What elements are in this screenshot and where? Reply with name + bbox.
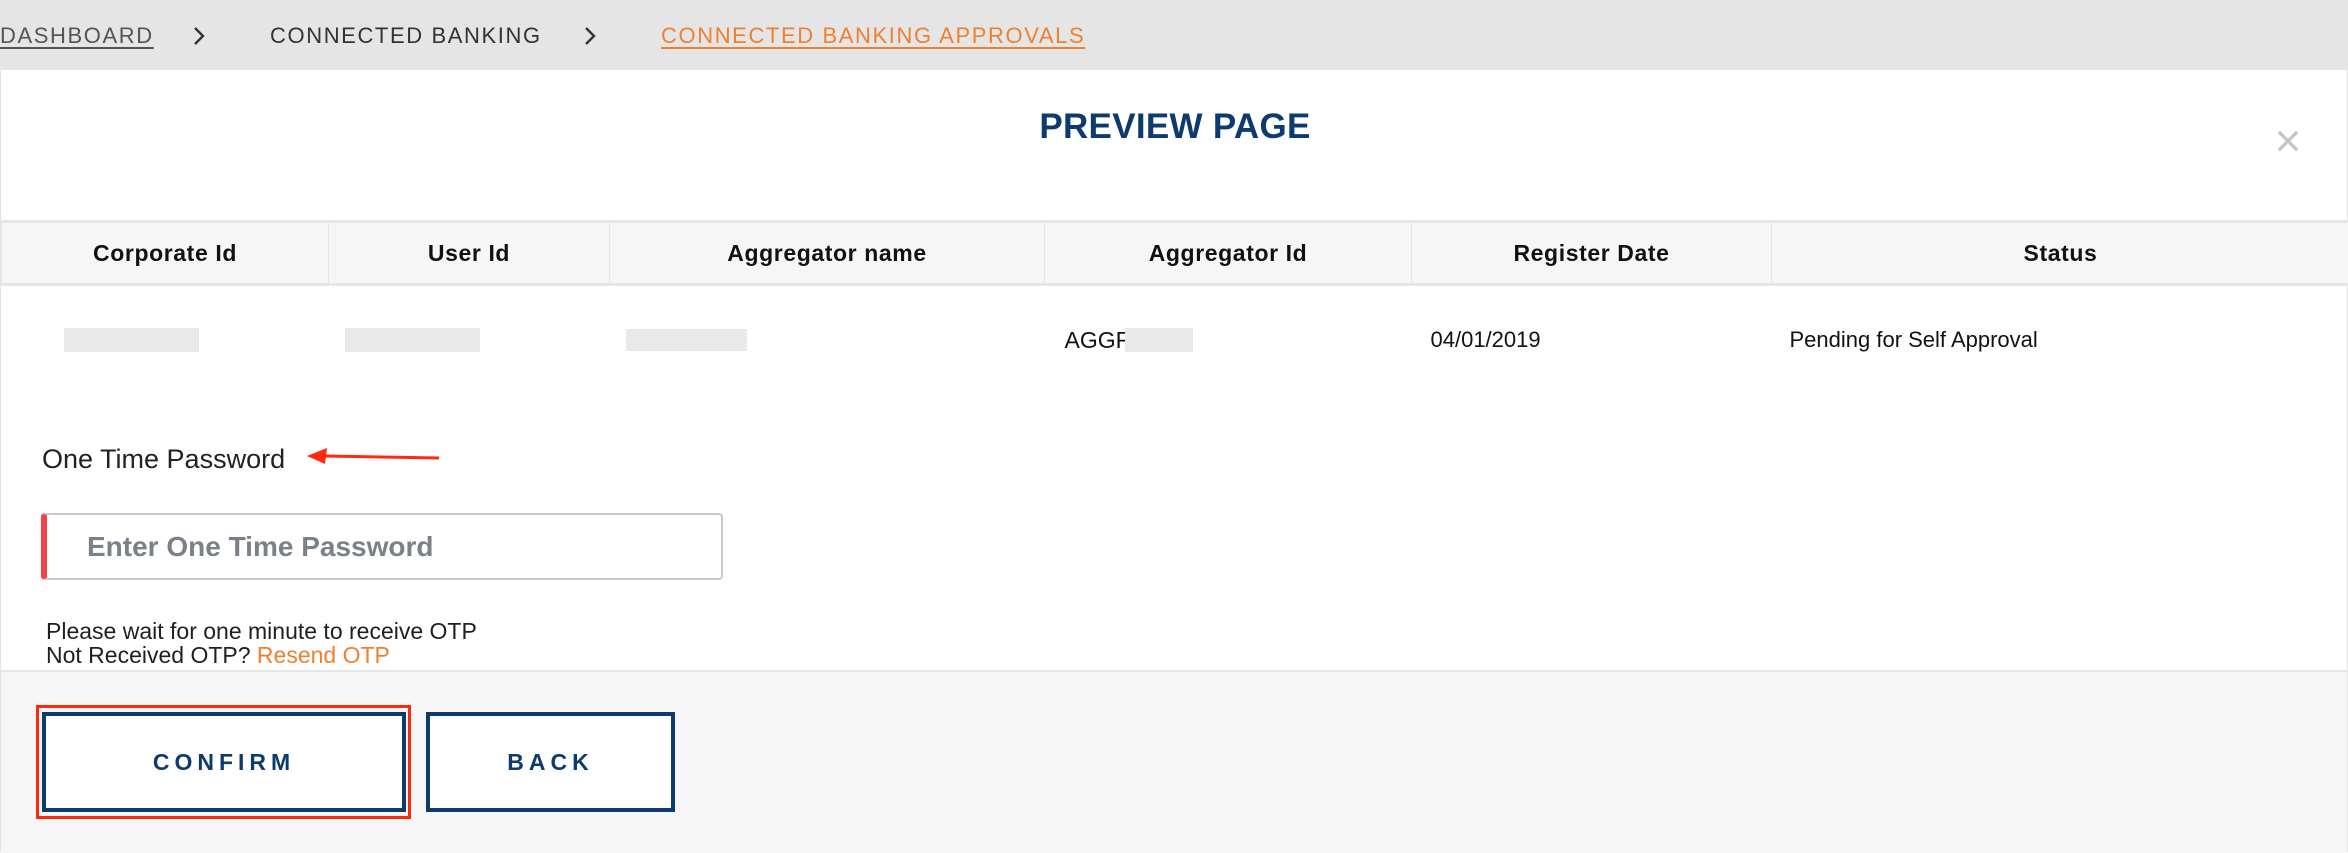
breadcrumb-dashboard[interactable]: DASHBOARD xyxy=(0,22,154,50)
column-header-aggregator-id: Aggregator Id xyxy=(1045,222,1412,285)
cell-aggregator-id: AGGR xyxy=(1045,285,1412,395)
otp-help-text: Please wait for one minute to receive OT… xyxy=(46,619,477,667)
column-header-corporate-id: Corporate Id xyxy=(2,222,329,285)
redacted-block xyxy=(1125,328,1193,352)
back-button[interactable]: BACK xyxy=(426,712,675,812)
breadcrumb-connected-banking[interactable]: CONNECTED BANKING xyxy=(270,22,542,50)
chevron-right-icon xyxy=(188,25,210,47)
column-header-user-id: User Id xyxy=(329,222,610,285)
cell-status: Pending for Self Approval xyxy=(1772,285,2348,395)
cell-register-date: 04/01/2019 xyxy=(1412,285,1772,395)
otp-label: One Time Password xyxy=(42,444,285,474)
cell-aggregator-name xyxy=(610,285,1045,395)
redacted-block xyxy=(345,328,480,352)
otp-not-received-text: Not Received OTP? xyxy=(46,642,251,668)
column-header-register-date: Register Date xyxy=(1412,222,1772,285)
preview-modal: PREVIEW PAGE Corporate Id User Id Aggreg… xyxy=(0,70,2348,852)
page-title: PREVIEW PAGE xyxy=(1,107,2348,147)
otp-input[interactable] xyxy=(47,515,721,578)
table-header-row: Corporate Id User Id Aggregator name Agg… xyxy=(2,222,2348,285)
close-button[interactable] xyxy=(2273,126,2303,156)
redacted-block xyxy=(64,328,199,352)
otp-wait-message: Please wait for one minute to receive OT… xyxy=(46,619,477,643)
cell-user-id xyxy=(329,285,610,395)
table-row: AGGR 04/01/2019 Pending for Self Approva… xyxy=(2,285,2348,395)
modal-footer: CONFIRM BACK xyxy=(1,670,2347,853)
confirm-button[interactable]: CONFIRM xyxy=(42,712,406,812)
column-header-status: Status xyxy=(1772,222,2348,285)
otp-not-received-line: Not Received OTP? Resend OTP xyxy=(46,643,477,667)
cell-corporate-id xyxy=(2,285,329,395)
breadcrumb-bar: DASHBOARD CONNECTED BANKING CONNECTED BA… xyxy=(0,0,2348,70)
redacted-block xyxy=(626,329,747,351)
approvals-table: Corporate Id User Id Aggregator name Agg… xyxy=(1,220,2348,394)
resend-otp-link[interactable]: Resend OTP xyxy=(257,642,390,668)
chevron-right-icon xyxy=(579,25,601,47)
annotation-arrow-icon xyxy=(301,445,446,471)
otp-field xyxy=(41,513,723,580)
breadcrumb-connected-banking-approvals[interactable]: CONNECTED BANKING APPROVALS xyxy=(661,22,1085,50)
column-header-aggregator-name: Aggregator name xyxy=(610,222,1045,285)
close-icon xyxy=(2273,126,2303,156)
